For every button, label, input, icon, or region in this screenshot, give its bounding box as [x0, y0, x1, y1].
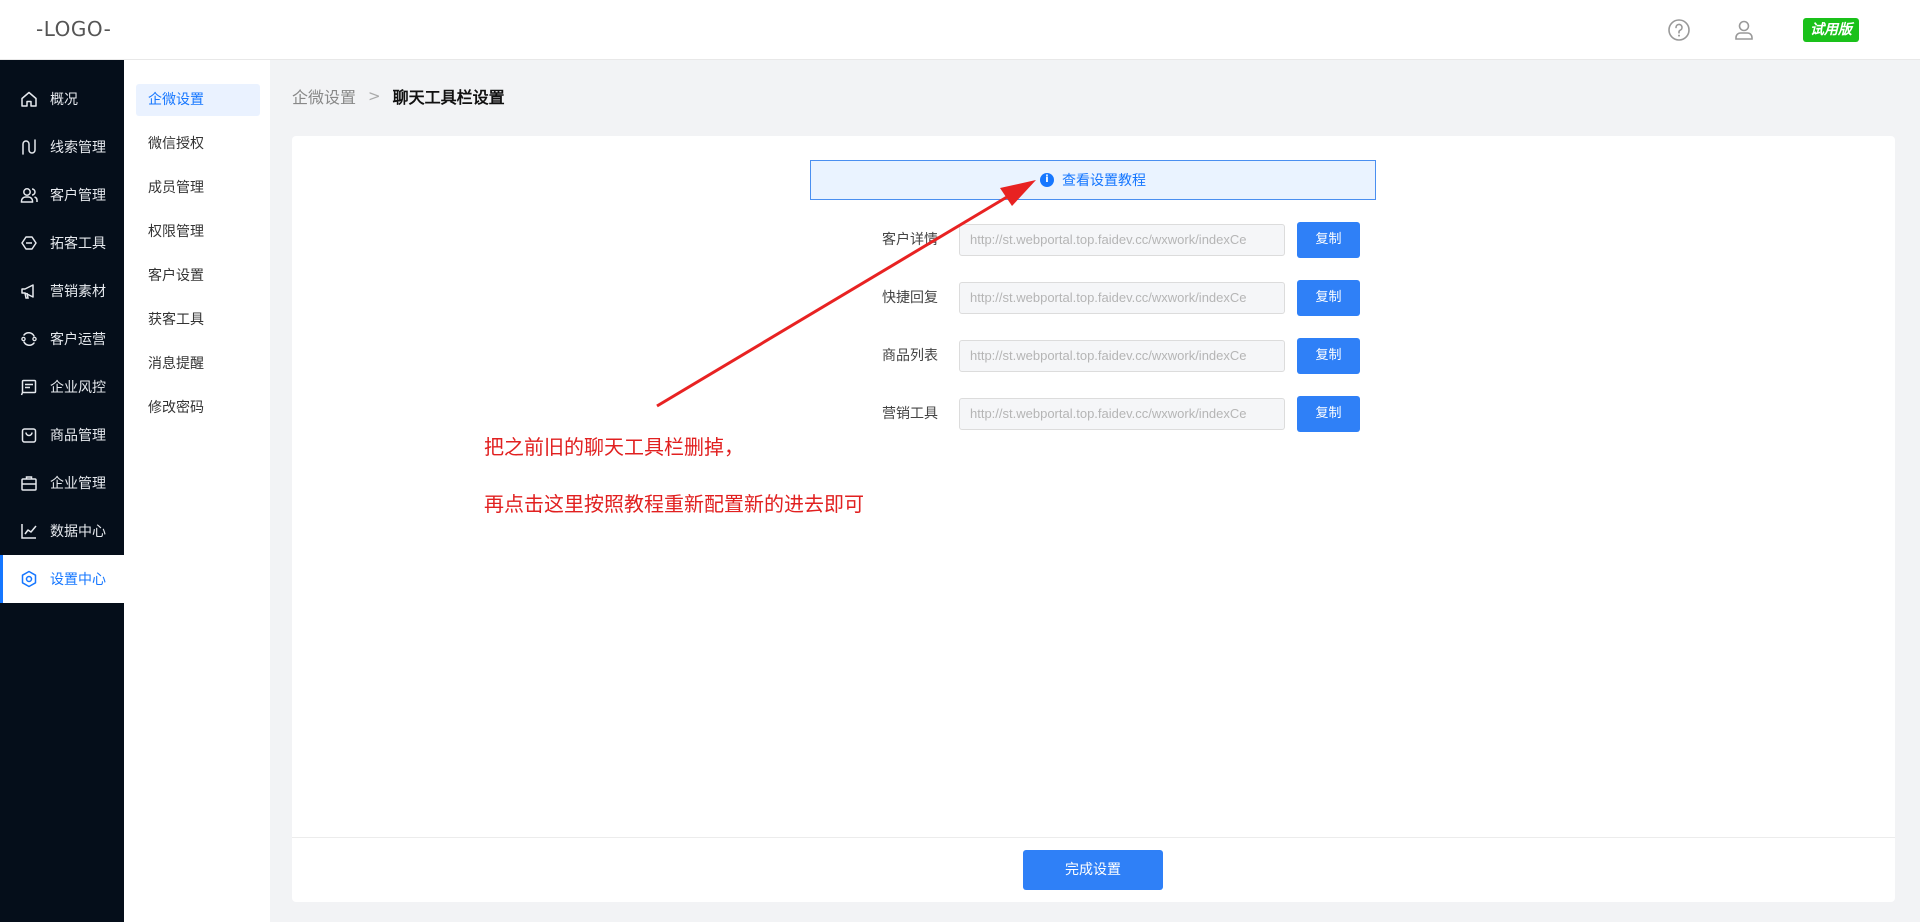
sidebar-item-label: 客户运营 [50, 332, 106, 348]
annotation-text-line1: 把之前旧的聊天工具栏删掉， [484, 435, 744, 459]
form-row-marketing-tools: 营销工具 http://st.webportal.top.faidev.cc/w… [292, 396, 1895, 432]
row-label: 营销工具 [882, 406, 938, 422]
user-icon[interactable] [1731, 17, 1757, 43]
sidebar-item-label: 企业管理 [50, 476, 106, 492]
sidebar-item-label: 概况 [50, 92, 78, 108]
help-circle-icon[interactable] [1666, 17, 1692, 43]
main-sidebar: 概况 线索管理 客户管理 拓客工具 营销素材 客户运营 企业风控 商品管理 企业… [0, 60, 124, 922]
document-icon [20, 379, 37, 396]
sidebar-item-marketing-materials[interactable]: 营销素材 [0, 267, 124, 315]
row-label: 商品列表 [882, 348, 938, 364]
row-label: 快捷回复 [882, 290, 938, 306]
copy-button[interactable]: 复制 [1297, 222, 1360, 258]
logo: -LOGO- [36, 17, 112, 41]
megaphone-icon [21, 284, 34, 299]
url-field[interactable]: http://st.webportal.top.faidev.cc/wxwork… [959, 398, 1285, 430]
breadcrumb: 企微设置 > 聊天工具栏设置 [292, 84, 505, 108]
view-tutorial-link[interactable]: i 查看设置教程 [810, 160, 1376, 200]
copy-button[interactable]: 复制 [1297, 280, 1360, 316]
home-icon [21, 91, 37, 107]
submenu-item-wecom-settings[interactable]: 企微设置 [136, 84, 260, 116]
url-field[interactable]: http://st.webportal.top.faidev.cc/wxwork… [959, 340, 1285, 372]
finish-settings-button[interactable]: 完成设置 [1023, 850, 1163, 890]
top-header: -LOGO- 试用版 [0, 0, 1920, 60]
sidebar-item-label: 数据中心 [50, 524, 106, 540]
tutorial-link-label: 查看设置教程 [1062, 173, 1146, 189]
submenu-item-notifications[interactable]: 消息提醒 [136, 348, 260, 380]
submenu-item-acquisition-tools[interactable]: 获客工具 [136, 304, 260, 336]
submenu-item-change-password[interactable]: 修改密码 [136, 392, 260, 424]
form-row-customer-details: 客户详情 http://st.webportal.top.faidev.cc/w… [292, 222, 1895, 258]
submenu-item-members[interactable]: 成员管理 [136, 172, 260, 204]
sidebar-item-settings[interactable]: 设置中心 [0, 555, 124, 603]
submenu-item-customer-settings[interactable]: 客户设置 [136, 260, 260, 292]
form-row-quick-reply: 快捷回复 http://st.webportal.top.faidev.cc/w… [292, 280, 1895, 316]
sidebar-item-data-center[interactable]: 数据中心 [0, 507, 124, 555]
breadcrumb-separator: > [368, 87, 381, 105]
sidebar-item-products[interactable]: 商品管理 [0, 411, 124, 459]
sidebar-item-label: 商品管理 [50, 428, 106, 444]
sidebar-item-enterprise[interactable]: 企业管理 [0, 459, 124, 507]
url-field[interactable]: http://st.webportal.top.faidev.cc/wxwork… [959, 282, 1285, 314]
annotation-text-line2: 再点击这里按照教程重新配置新的进去即可 [484, 492, 864, 516]
sidebar-item-label: 设置中心 [50, 572, 106, 588]
briefcase-icon [21, 476, 37, 491]
sidebar-item-label: 线索管理 [50, 140, 106, 156]
row-label: 客户详情 [882, 232, 938, 248]
settings-card: i 查看设置教程 客户详情 http://st.webportal.top.fa… [292, 136, 1895, 902]
sidebar-item-acquisition-tools[interactable]: 拓客工具 [0, 219, 124, 267]
sidebar-item-label: 营销素材 [50, 284, 106, 300]
sidebar-item-overview[interactable]: 概况 [0, 75, 124, 123]
chart-line-icon [21, 524, 37, 539]
form-row-product-list: 商品列表 http://st.webportal.top.faidev.cc/w… [292, 338, 1895, 374]
info-icon: i [1040, 173, 1054, 187]
submenu-item-wechat-auth[interactable]: 微信授权 [136, 128, 260, 160]
sidebar-item-customer-operations[interactable]: 客户运营 [0, 315, 124, 363]
sidebar-item-label: 拓客工具 [50, 236, 106, 252]
sidebar-item-label: 企业风控 [50, 380, 106, 396]
url-field[interactable]: http://st.webportal.top.faidev.cc/wxwork… [959, 224, 1285, 256]
shopping-bag-icon [21, 428, 37, 443]
cycle-icon [21, 332, 37, 346]
sidebar-item-risk-control[interactable]: 企业风控 [0, 363, 124, 411]
copy-button[interactable]: 复制 [1297, 396, 1360, 432]
page-title: 聊天工具栏设置 [392, 88, 505, 107]
settings-submenu: 企微设置 微信授权 成员管理 权限管理 客户设置 获客工具 消息提醒 修改密码 [124, 60, 270, 922]
sidebar-item-label: 客户管理 [50, 188, 106, 204]
users-icon [20, 188, 38, 203]
settings-icon [21, 570, 37, 588]
sidebar-item-customers[interactable]: 客户管理 [0, 171, 124, 219]
sidebar-item-leads[interactable]: 线索管理 [0, 123, 124, 171]
trial-version-badge[interactable]: 试用版 [1803, 18, 1859, 42]
breadcrumb-parent[interactable]: 企微设置 [292, 84, 356, 108]
footer-divider [292, 837, 1895, 838]
shield-tag-icon [21, 236, 37, 250]
route-icon [22, 139, 36, 155]
copy-button[interactable]: 复制 [1297, 338, 1360, 374]
submenu-item-permissions[interactable]: 权限管理 [136, 216, 260, 248]
